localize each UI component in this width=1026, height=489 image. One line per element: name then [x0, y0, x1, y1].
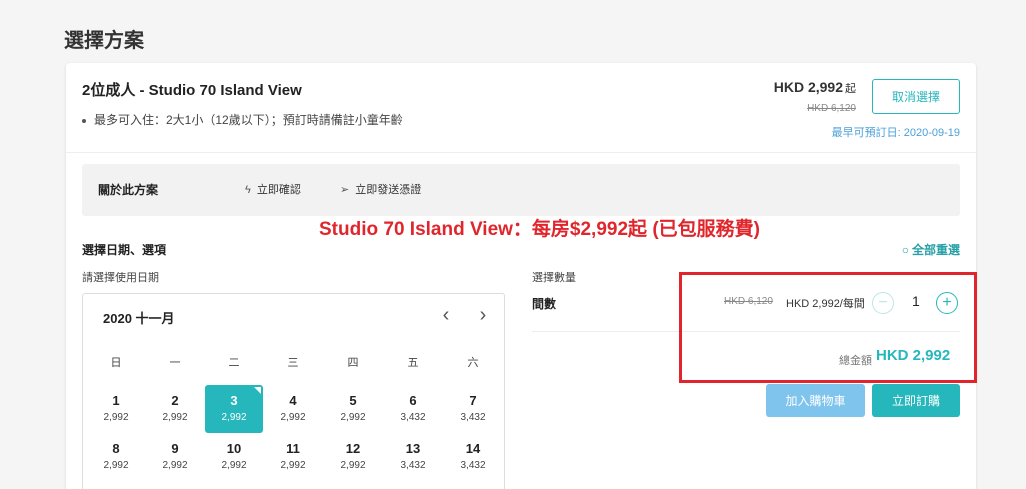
about-item-label: 立即確認	[256, 184, 301, 196]
calendar-day[interactable]: 13 3,432	[384, 433, 442, 481]
lightning-icon: ϟ	[245, 184, 251, 196]
refresh-icon: ○	[901, 243, 909, 257]
calendar-day[interactable]: 11 2,992	[264, 433, 322, 481]
weekday-label: 日	[110, 357, 122, 369]
reset-all-button[interactable]: ○ 全部重選	[902, 241, 960, 258]
calendar: 2020 十一月 ‹ › 日 一 二 三 四 五 六 1 2,992 2 2,992…	[82, 293, 505, 489]
about-plan-label: 關於此方案	[98, 183, 159, 197]
rooms-label: 間數	[532, 297, 557, 311]
day-price: 3,432	[400, 460, 426, 471]
calendar-day[interactable]: 7 3,432	[444, 385, 502, 433]
day-number: 9	[171, 441, 179, 456]
weekday-label: 一	[169, 357, 181, 369]
day-price: 2,992	[103, 412, 129, 423]
weekday-label: 二	[228, 357, 240, 369]
day-number: 1	[112, 393, 120, 408]
day-number: 6	[409, 393, 417, 408]
plan-note-text: 最多可入住：2大1小（12歲以下）；預訂時請備註小童年齡	[94, 113, 403, 127]
calendar-day[interactable]: 12 2,992	[324, 433, 382, 481]
date-label: 請選擇使用日期	[82, 272, 159, 284]
earliest-booking-date: 最早可預訂日: 2020-09-19	[831, 127, 960, 139]
prev-month-icon[interactable]: ‹	[436, 303, 456, 327]
day-number: 2	[171, 393, 179, 408]
weekday-label: 三	[287, 357, 299, 369]
day-number: 12	[345, 441, 361, 456]
plan-note: 最多可入住：2大1小（12歲以下）；預訂時請備註小童年齡	[82, 111, 403, 128]
reset-all-label: 全部重選	[911, 243, 960, 257]
plan-name: 2位成人 - Studio 70 Island View	[82, 82, 302, 99]
calendar-month: 2020 十一月	[103, 311, 175, 326]
page-title: 選擇方案	[64, 30, 144, 52]
day-price: 3,432	[460, 412, 486, 423]
day-number: 10	[226, 441, 242, 456]
cancel-selection-button[interactable]: 取消選擇	[872, 79, 960, 114]
plan-price-suffix: 起	[845, 83, 856, 95]
day-price: 2,992	[162, 460, 188, 471]
day-number: 7	[469, 393, 477, 408]
calendar-day[interactable]: 9 2,992	[146, 433, 204, 481]
about-item-instant-confirm: ϟ 立即確認	[245, 181, 301, 197]
calendar-day-selected[interactable]: 3 2,992	[205, 385, 263, 433]
weekday-label: 六	[467, 357, 479, 369]
bullet-icon	[82, 118, 86, 123]
plan-price-value: HKD 2,992	[773, 79, 843, 95]
calendar-day[interactable]: 2 2,992	[146, 385, 204, 433]
send-icon: ➢	[340, 184, 350, 196]
plan-original-price: HKD 6,120	[807, 103, 856, 114]
day-number: 13	[405, 441, 421, 456]
divider	[66, 152, 976, 153]
day-price: 2,992	[162, 412, 188, 423]
day-price: 2,992	[340, 412, 366, 423]
about-item-instant-voucher: ➢ 立即發送憑證	[340, 181, 421, 197]
day-number: 5	[349, 393, 357, 408]
day-price: 2,992	[340, 460, 366, 471]
plan-card: 2位成人 - Studio 70 Island View 最多可入住：2大1小（…	[66, 63, 977, 489]
highlight-box	[679, 272, 977, 383]
plan-price: HKD 2,992 起	[774, 79, 856, 96]
day-price: 3,432	[460, 460, 486, 471]
day-number: 4	[289, 393, 297, 408]
book-now-button[interactable]: 立即訂購	[872, 384, 960, 417]
day-number: 11	[286, 441, 300, 456]
calendar-day[interactable]: 6 3,432	[384, 385, 442, 433]
calendar-day[interactable]: 10 2,992	[205, 433, 263, 481]
day-price: 3,432	[400, 412, 426, 423]
about-item-label: 立即發送憑證	[355, 184, 422, 196]
about-plan-box: 關於此方案 ϟ 立即確認 ➢ 立即發送憑證	[82, 164, 960, 216]
calendar-day[interactable]: 5 2,992	[324, 385, 382, 433]
weekday-label: 四	[347, 357, 359, 369]
calendar-day[interactable]: 4 2,992	[264, 385, 322, 433]
quantity-label: 選擇數量	[532, 272, 576, 284]
selection-title: 選擇日期、選項	[82, 243, 167, 257]
day-number: 8	[112, 441, 120, 456]
day-price: 2,992	[280, 412, 306, 423]
next-month-icon[interactable]: ›	[473, 303, 493, 327]
promo-banner: Studio 70 Island View：每房$2,992起 (已包服務費)	[319, 219, 760, 240]
calendar-day[interactable]: 14 3,432	[444, 433, 502, 481]
day-price: 2,992	[221, 412, 247, 423]
weekday-label: 五	[407, 357, 419, 369]
calendar-day[interactable]: 1 2,992	[87, 385, 145, 433]
day-price: 2,992	[103, 460, 129, 471]
day-price: 2,992	[221, 460, 247, 471]
add-to-cart-button[interactable]: 加入購物車	[766, 384, 865, 417]
day-number: 14	[465, 441, 481, 456]
calendar-day[interactable]: 8 2,992	[87, 433, 145, 481]
day-price: 2,992	[280, 460, 306, 471]
day-number: 3	[230, 393, 238, 408]
